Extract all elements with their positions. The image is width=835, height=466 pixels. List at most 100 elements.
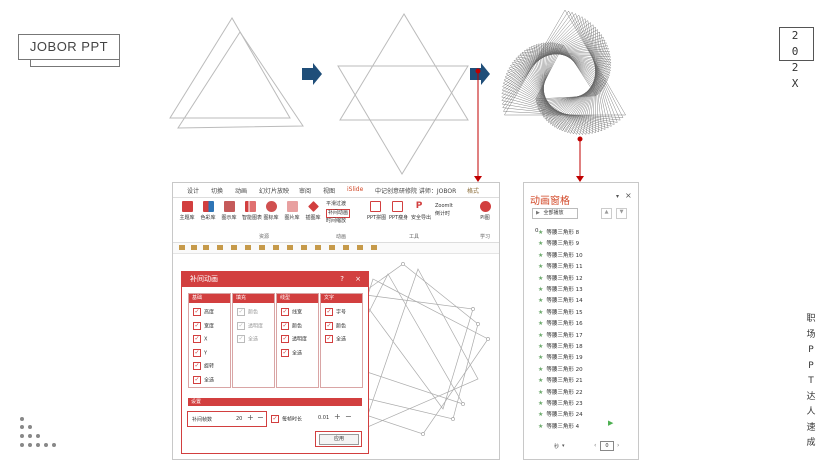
minus-icon[interactable]: − (345, 412, 352, 421)
frames-field: 补间帧数 20 + − (187, 411, 267, 427)
animation-list-item[interactable]: ★ 等腰三角形 13 (538, 285, 583, 293)
ppt-puzzle-button[interactable]: PPT拼图 (367, 201, 386, 227)
animation-list-item[interactable]: ★ 等腰三角形 21 (538, 376, 583, 384)
animation-list-item[interactable]: ★ 等腰三角形 11 (538, 262, 583, 270)
time-scale-button[interactable]: 时间缩放 (326, 218, 350, 226)
animation-list-item[interactable]: ★ 等腰三角形 9 (538, 239, 579, 247)
ribbon: 主题库 色彩库 图示库 智能图表 图标库 图片库 插图库 平滑过渡 补间动画 时… (173, 198, 499, 243)
animation-list-item[interactable]: ★ 等腰三角形 23 (538, 399, 583, 407)
page-input[interactable]: 0 (600, 441, 614, 451)
property-checkbox[interactable]: ✓ X (193, 335, 207, 343)
property-label: 线宽 (292, 309, 303, 316)
close-icon[interactable]: × (625, 191, 632, 200)
chevron-left-icon[interactable]: ‹ (594, 442, 596, 449)
property-checkbox[interactable]: ✓ 全选 (325, 335, 346, 343)
animation-list-item[interactable]: ★ 等腰三角形 15 (538, 308, 583, 316)
animation-list-item[interactable]: ★ 等腰三角形 16 (538, 319, 583, 327)
chevron-down-icon[interactable]: ▾ (562, 443, 565, 449)
property-checkbox[interactable]: ✓ 全选 (237, 335, 258, 343)
animation-list-item[interactable]: ★ 等腰三角形 24 (538, 410, 583, 418)
tab-animations[interactable]: 动画 (235, 186, 247, 195)
tab-slideshow[interactable]: 幻灯片放映 (259, 186, 289, 195)
picture-library-button[interactable]: 图片库 (284, 201, 300, 227)
animation-item-label: 等腰三角形 17 (546, 332, 583, 339)
icon-library-button[interactable]: 图标库 (263, 201, 279, 227)
property-label: X (204, 336, 208, 343)
help-icon[interactable]: ? (340, 272, 344, 287)
safe-export-button[interactable]: P 安全导出 (411, 201, 431, 227)
minus-icon[interactable]: − (257, 413, 264, 422)
play-all-button[interactable]: ▶ 全部播放 (532, 208, 578, 219)
tab-user[interactable]: 中记创意研修院 讲师：JOBOR (375, 186, 456, 195)
property-checkbox[interactable]: ✓ 颜色 (281, 321, 302, 330)
plus-icon[interactable]: + (334, 412, 341, 421)
property-checkbox[interactable]: ✓ 全选 (193, 375, 214, 384)
property-checkbox[interactable]: ✓ 线宽 (281, 308, 302, 316)
property-checkbox[interactable]: ✓ 全选 (281, 348, 302, 357)
slim-icon (391, 201, 403, 212)
property-checkbox[interactable]: ✓ 宽度 (193, 321, 214, 330)
animation-list-item[interactable]: ★ 等腰三角形 12 (538, 274, 583, 282)
animation-item-label: 等腰三角形 8 (546, 230, 580, 236)
illustration-library-button[interactable]: 插图库 (305, 201, 321, 227)
property-checkbox[interactable]: ✓ 旋转 (193, 362, 214, 370)
property-label: 全选 (248, 336, 259, 343)
animation-list-item[interactable]: ★ 等腰三角形 14 (538, 296, 583, 304)
check-icon: ✓ (193, 375, 201, 384)
side-char: T (808, 376, 814, 386)
ppt-slim-button[interactable]: PPT瘦身 (389, 201, 408, 227)
move-down-button[interactable]: ▼ (616, 208, 627, 219)
tab-design[interactable]: 设计 (187, 186, 199, 195)
duration-checkbox[interactable]: ✓ 每帧时长 (271, 415, 302, 423)
property-checkbox[interactable]: ✓ 颜色 (237, 308, 258, 316)
tab-transitions[interactable]: 切换 (211, 186, 223, 195)
move-up-button[interactable]: ▲ (601, 208, 612, 219)
property-group-title: 填充 (233, 294, 274, 303)
tab-review[interactable]: 审阅 (299, 186, 311, 195)
seconds-dropdown[interactable]: 秒 (554, 443, 559, 450)
close-icon[interactable]: × (355, 272, 361, 287)
star-icon: ★ (538, 263, 544, 271)
triangle-outline (169, 17, 291, 119)
animation-list-item[interactable]: ★ 等腰三角形 22 (538, 388, 583, 396)
zoomit-button[interactable]: ZoomIt (435, 202, 453, 210)
check-icon: ✓ (325, 308, 333, 316)
property-group: 文字 ✓ 字号 ✓ 颜色 ✓ 全选 (320, 293, 363, 388)
theme-library-button[interactable]: 主题库 (179, 201, 195, 227)
animation-tools: 平滑过渡 补间动画 时间缩放 (326, 201, 351, 226)
smooth-transition-button[interactable]: 平滑过渡 (326, 201, 350, 209)
property-checkbox[interactable]: ✓ 字号 (325, 308, 346, 316)
animation-list-item[interactable]: ★ 等腰三角形 19 (538, 353, 583, 361)
tab-format[interactable]: 格式 (467, 186, 479, 195)
smart-chart-button[interactable]: 智能图表 (242, 201, 262, 227)
tab-islide[interactable]: iSlide (347, 186, 363, 193)
chevron-down-icon[interactable]: ▾ (616, 193, 619, 200)
dialog-title: 补间动画 (190, 275, 218, 283)
property-checkbox[interactable]: ✓ Y (193, 348, 207, 357)
apply-button[interactable]: 应用 (319, 434, 359, 445)
illustration-icon (307, 201, 319, 212)
animation-list-item[interactable]: ★ 等腰三角形 18 (538, 342, 583, 350)
animation-list-item[interactable]: ★ 等腰三角形 4 (538, 422, 579, 430)
property-checkbox[interactable]: ✓ 透明度 (237, 321, 263, 330)
countdown-button[interactable]: 倒计时 (435, 210, 453, 218)
color-library-button[interactable]: 色彩库 (200, 201, 216, 227)
tab-view[interactable]: 视图 (323, 186, 335, 195)
pi-button[interactable]: PI图 (477, 201, 493, 227)
property-checkbox[interactable]: ✓ 高度 (193, 308, 214, 316)
animation-list-item[interactable]: ★ 等腰三角形 10 (538, 251, 583, 259)
star-icon: ★ (538, 274, 544, 282)
property-label: 颜色 (336, 323, 347, 329)
animation-list-item[interactable]: ★ 等腰三角形 20 (538, 365, 583, 373)
animation-item-label: 等腰三角形 11 (546, 264, 583, 271)
property-checkbox[interactable]: ✓ 透明度 (281, 335, 307, 343)
animation-list-item[interactable]: ★ 等腰三角形 8 (538, 228, 579, 236)
animation-list-item[interactable]: ★ 等腰三角形 17 (538, 331, 583, 339)
frames-value[interactable]: 20 (236, 416, 242, 422)
property-checkbox[interactable]: ✓ 颜色 (325, 321, 347, 330)
diagram-library-button[interactable]: 图示库 (221, 201, 237, 227)
plus-icon[interactable]: + (247, 413, 254, 422)
tween-animation-button[interactable]: 补间动画 (326, 208, 351, 218)
chevron-right-icon[interactable]: › (617, 442, 619, 449)
duration-value[interactable]: 0.01 (318, 415, 329, 421)
